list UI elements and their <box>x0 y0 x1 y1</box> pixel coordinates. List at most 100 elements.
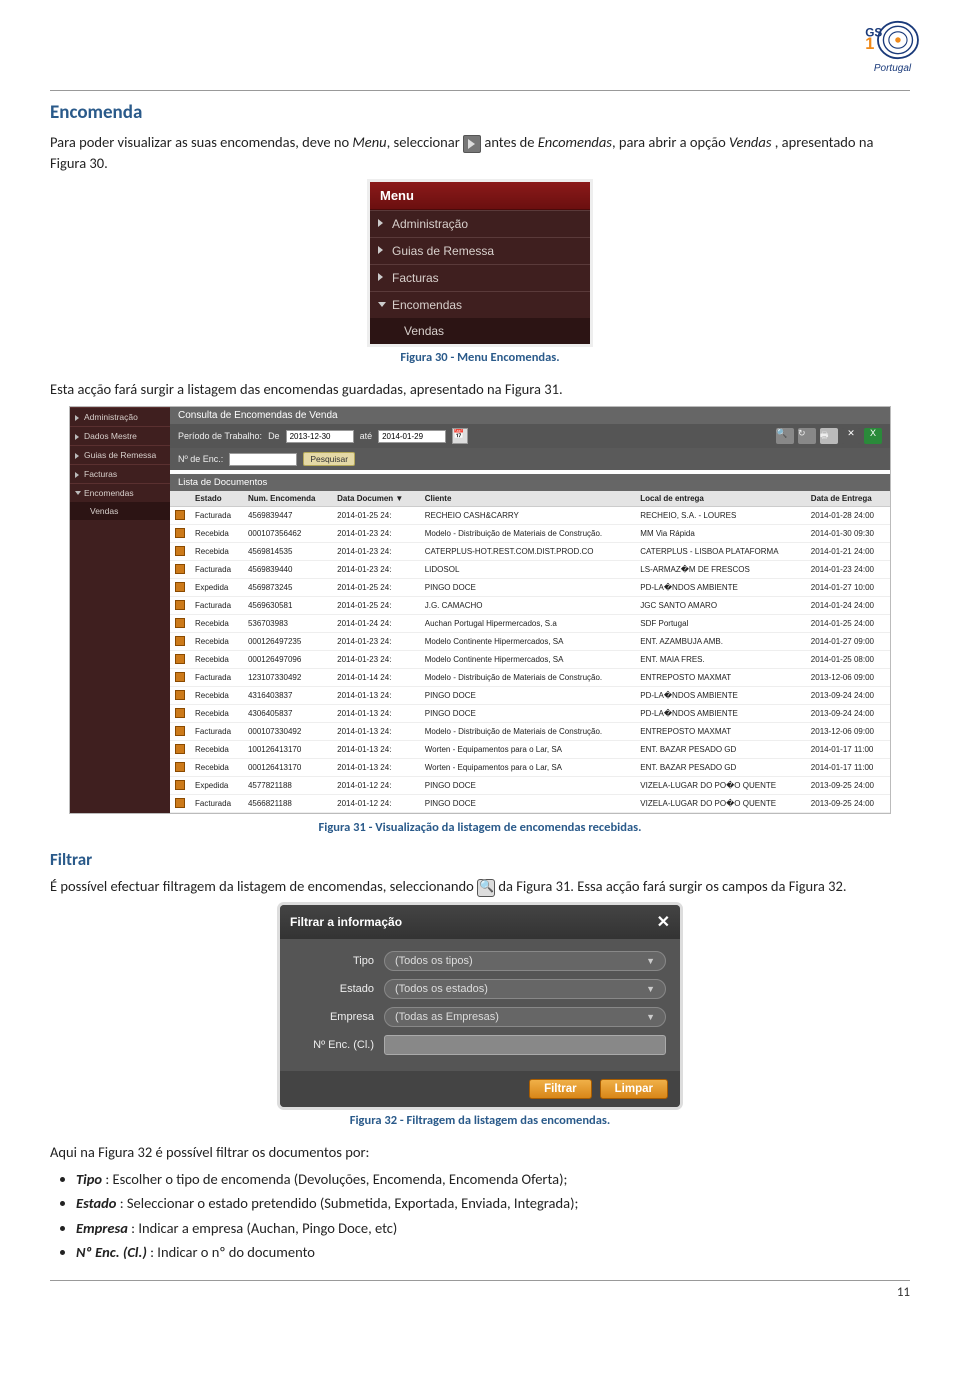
side-encomendas[interactable]: Encomendas <box>70 483 170 502</box>
chevron-down-icon: ▼ <box>646 1012 655 1022</box>
table-row[interactable]: Expedida45698732452014-01-25 24:PINGO DO… <box>170 579 890 597</box>
col-cliente[interactable]: Cliente <box>420 491 636 507</box>
row-icon <box>170 705 190 723</box>
chevron-down-icon: ▼ <box>646 984 655 994</box>
tipo-label: Tipo <box>294 955 374 967</box>
table-row[interactable]: Recebida0001264972352014-01-23 24:Modelo… <box>170 633 890 651</box>
print-icon[interactable]: 🖶 <box>820 428 838 444</box>
tipo-select[interactable]: (Todos os tipos)▼ <box>384 951 666 971</box>
row-icon <box>170 759 190 777</box>
side-dados[interactable]: Dados Mestre <box>70 426 170 445</box>
delete-icon[interactable]: ✕ <box>842 428 860 444</box>
date-to-input[interactable] <box>378 430 446 443</box>
col-data[interactable]: Data Documen ▼ <box>332 491 420 507</box>
side-facturas[interactable]: Facturas <box>70 464 170 483</box>
ate-label: até <box>360 431 373 441</box>
table-row[interactable]: Recebida43064058372014-01-13 24:PINGO DO… <box>170 705 890 723</box>
listing-title: Consulta de Encomendas de Venda <box>170 407 890 424</box>
heading-filtrar: Filtrar <box>50 849 910 870</box>
cell: Facturada <box>190 795 243 813</box>
menu-title: Menu <box>370 182 590 210</box>
cell: 2013-09-24 24:00 <box>806 705 890 723</box>
cell: 2014-01-23 24: <box>332 525 420 543</box>
date-from-input[interactable] <box>286 430 354 443</box>
row-icon <box>170 543 190 561</box>
table-row[interactable]: Recebida0001073564622014-01-23 24:Modelo… <box>170 525 890 543</box>
table-row[interactable]: Recebida45698145352014-01-23 24:CATERPLU… <box>170 543 890 561</box>
cell: Recebida <box>190 741 243 759</box>
cell: Recebida <box>190 633 243 651</box>
filter-dialog: Filtrar a informação ✕ Tipo (Todos os ti… <box>280 905 680 1107</box>
cell: Auchan Portugal Hipermercados, S.a <box>420 615 636 633</box>
refresh-icon[interactable]: ↻ <box>798 428 816 444</box>
cell: SDF Portugal <box>635 615 806 633</box>
limpar-button[interactable]: Limpar <box>600 1079 668 1099</box>
cell: 536703983 <box>243 615 332 633</box>
table-row[interactable]: Recebida43164038372014-01-13 24:PINGO DO… <box>170 687 890 705</box>
menu-item-facturas[interactable]: Facturas <box>370 264 590 291</box>
table-row[interactable]: Recebida1001264131702014-01-13 24:Worten… <box>170 741 890 759</box>
cell: 2014-01-17 11:00 <box>806 759 890 777</box>
table-row[interactable]: Recebida5367039832014-01-24 24:Auchan Po… <box>170 615 890 633</box>
cell: 4569873245 <box>243 579 332 597</box>
cell: 4569814535 <box>243 543 332 561</box>
empresa-label: Empresa <box>294 1011 374 1023</box>
side-admin[interactable]: Administração <box>70 407 170 426</box>
row-icon <box>170 651 190 669</box>
listing-sidebar: Administração Dados Mestre Guias de Reme… <box>70 407 170 813</box>
table-row[interactable]: Facturada45698394472014-01-25 24:RECHEIO… <box>170 507 890 525</box>
filtrar-button[interactable]: Filtrar <box>529 1079 592 1099</box>
cell: 2014-01-17 11:00 <box>806 741 890 759</box>
estado-select[interactable]: (Todos os estados)▼ <box>384 979 666 999</box>
side-vendas[interactable]: Vendas <box>70 502 170 520</box>
menu-screenshot: Menu Administração Guias de Remessa Fact… <box>370 182 590 344</box>
nenc-dialog-input[interactable] <box>384 1035 666 1055</box>
table-row[interactable]: Expedida45778211882014-01-12 24:PINGO DO… <box>170 777 890 795</box>
table-row[interactable]: Recebida0001264970962014-01-23 24:Modelo… <box>170 651 890 669</box>
cell: 2014-01-23 24: <box>332 561 420 579</box>
cell: 2014-01-24 24: <box>332 615 420 633</box>
menu-item-admin[interactable]: Administração <box>370 210 590 237</box>
table-row[interactable]: Facturada45696305812014-01-25 24:J.G. CA… <box>170 597 890 615</box>
cell: Recebida <box>190 651 243 669</box>
cell: PD-LA�NDOS AMBIENTE <box>635 687 806 705</box>
cell: RECHEIO, S.A. - LOURES <box>635 507 806 525</box>
search-icon[interactable]: 🔍 <box>776 428 794 444</box>
menu-sub-vendas[interactable]: Vendas <box>370 318 590 344</box>
col-num[interactable]: Num. Encomenda <box>243 491 332 507</box>
calendar-icon[interactable]: 📅 <box>452 428 468 444</box>
cell: Recebida <box>190 615 243 633</box>
table-row[interactable]: Facturada45698394402014-01-23 24:LIDOSOL… <box>170 561 890 579</box>
table-row[interactable]: Recebida0001264131702014-01-13 24:Worten… <box>170 759 890 777</box>
cell: Expedida <box>190 777 243 795</box>
pesquisar-button[interactable]: Pesquisar <box>303 452 355 466</box>
caption-fig32: Figura 32 - Filtragem da listagem das en… <box>50 1113 910 1128</box>
menu-item-guias[interactable]: Guias de Remessa <box>370 237 590 264</box>
row-icon <box>170 633 190 651</box>
cell: 2014-01-25 24: <box>332 597 420 615</box>
side-guias[interactable]: Guias de Remessa <box>70 445 170 464</box>
row-icon <box>170 723 190 741</box>
table-row[interactable]: Facturada1231073304922014-01-14 24:Model… <box>170 669 890 687</box>
menu-item-encomendas[interactable]: Encomendas <box>370 291 590 318</box>
svg-text:1: 1 <box>865 35 874 53</box>
play-icon <box>463 135 481 153</box>
table-row[interactable]: Facturada0001073304922014-01-13 24:Model… <box>170 723 890 741</box>
cell: LIDOSOL <box>420 561 636 579</box>
cell: ENTREPOSTO MAXMAT <box>635 669 806 687</box>
bullet-estado: Estado : Seleccionar o estado pretendido… <box>76 1193 910 1213</box>
cell: PD-LA�NDOS AMBIENTE <box>635 705 806 723</box>
cell: 2014-01-25 24: <box>332 507 420 525</box>
col-local[interactable]: Local de entrega <box>635 491 806 507</box>
col-entrega[interactable]: Data de Entrega <box>806 491 890 507</box>
excel-icon[interactable]: X <box>864 428 882 444</box>
cell: 2014-01-25 24:00 <box>806 615 890 633</box>
cell: Recebida <box>190 543 243 561</box>
col-estado[interactable]: Estado <box>190 491 243 507</box>
nenc-input[interactable] <box>229 453 297 466</box>
row-icon <box>170 687 190 705</box>
cell: 2014-01-13 24: <box>332 687 420 705</box>
empresa-select[interactable]: (Todas as Empresas)▼ <box>384 1007 666 1027</box>
table-row[interactable]: Facturada45668211882014-01-12 24:PINGO D… <box>170 795 890 813</box>
close-icon[interactable]: ✕ <box>657 912 670 932</box>
